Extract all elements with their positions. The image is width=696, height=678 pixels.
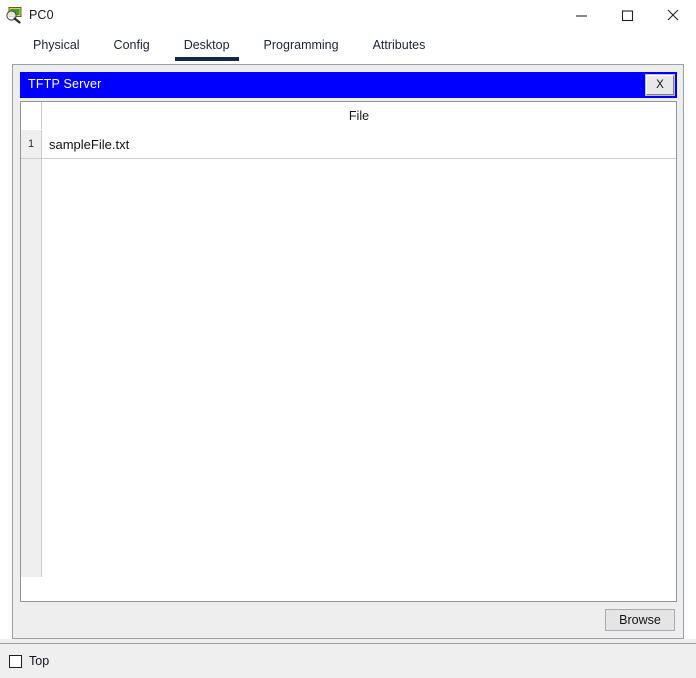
minimize-button[interactable]	[558, 0, 604, 30]
tab-programming[interactable]: Programming	[247, 30, 356, 61]
file-table[interactable]: File 1 sampleFile.txt	[20, 101, 677, 602]
table-row[interactable]: 1 sampleFile.txt	[21, 130, 676, 159]
bottom-bar: Top	[0, 644, 696, 678]
tab-config[interactable]: Config	[97, 30, 167, 61]
window-controls	[558, 0, 696, 30]
table-empty-area	[21, 159, 676, 577]
tftp-close-button[interactable]: X	[645, 74, 675, 96]
table-header-row: File	[21, 102, 676, 130]
tab-attributes[interactable]: Attributes	[356, 30, 443, 61]
device-tabs: Physical Config Desktop Programming Attr…	[0, 30, 696, 63]
rownum-header-cell	[21, 102, 42, 129]
table-empty-body	[42, 159, 676, 577]
browse-button[interactable]: Browse	[605, 609, 675, 631]
window-titlebar: PC0	[0, 0, 696, 30]
cell-file-name[interactable]: sampleFile.txt	[42, 130, 676, 158]
tab-physical[interactable]: Physical	[16, 30, 97, 61]
close-button[interactable]	[650, 0, 696, 30]
row-number: 1	[21, 130, 42, 158]
maximize-button[interactable]	[604, 0, 650, 30]
top-checkbox-label: Top	[29, 654, 50, 668]
desktop-panel: TFTP Server X File 1 sampleFile.txt Brow…	[12, 64, 684, 639]
table-empty-rownum-gutter	[21, 159, 42, 577]
packet-tracer-device-icon	[5, 6, 23, 24]
tftp-server-title: TFTP Server	[28, 77, 102, 91]
column-header-file[interactable]: File	[42, 102, 676, 129]
window-title: PC0	[29, 8, 54, 22]
tftp-server-titlebar: TFTP Server X	[20, 72, 677, 98]
top-checkbox[interactable]	[9, 654, 22, 668]
tab-desktop[interactable]: Desktop	[167, 30, 247, 61]
